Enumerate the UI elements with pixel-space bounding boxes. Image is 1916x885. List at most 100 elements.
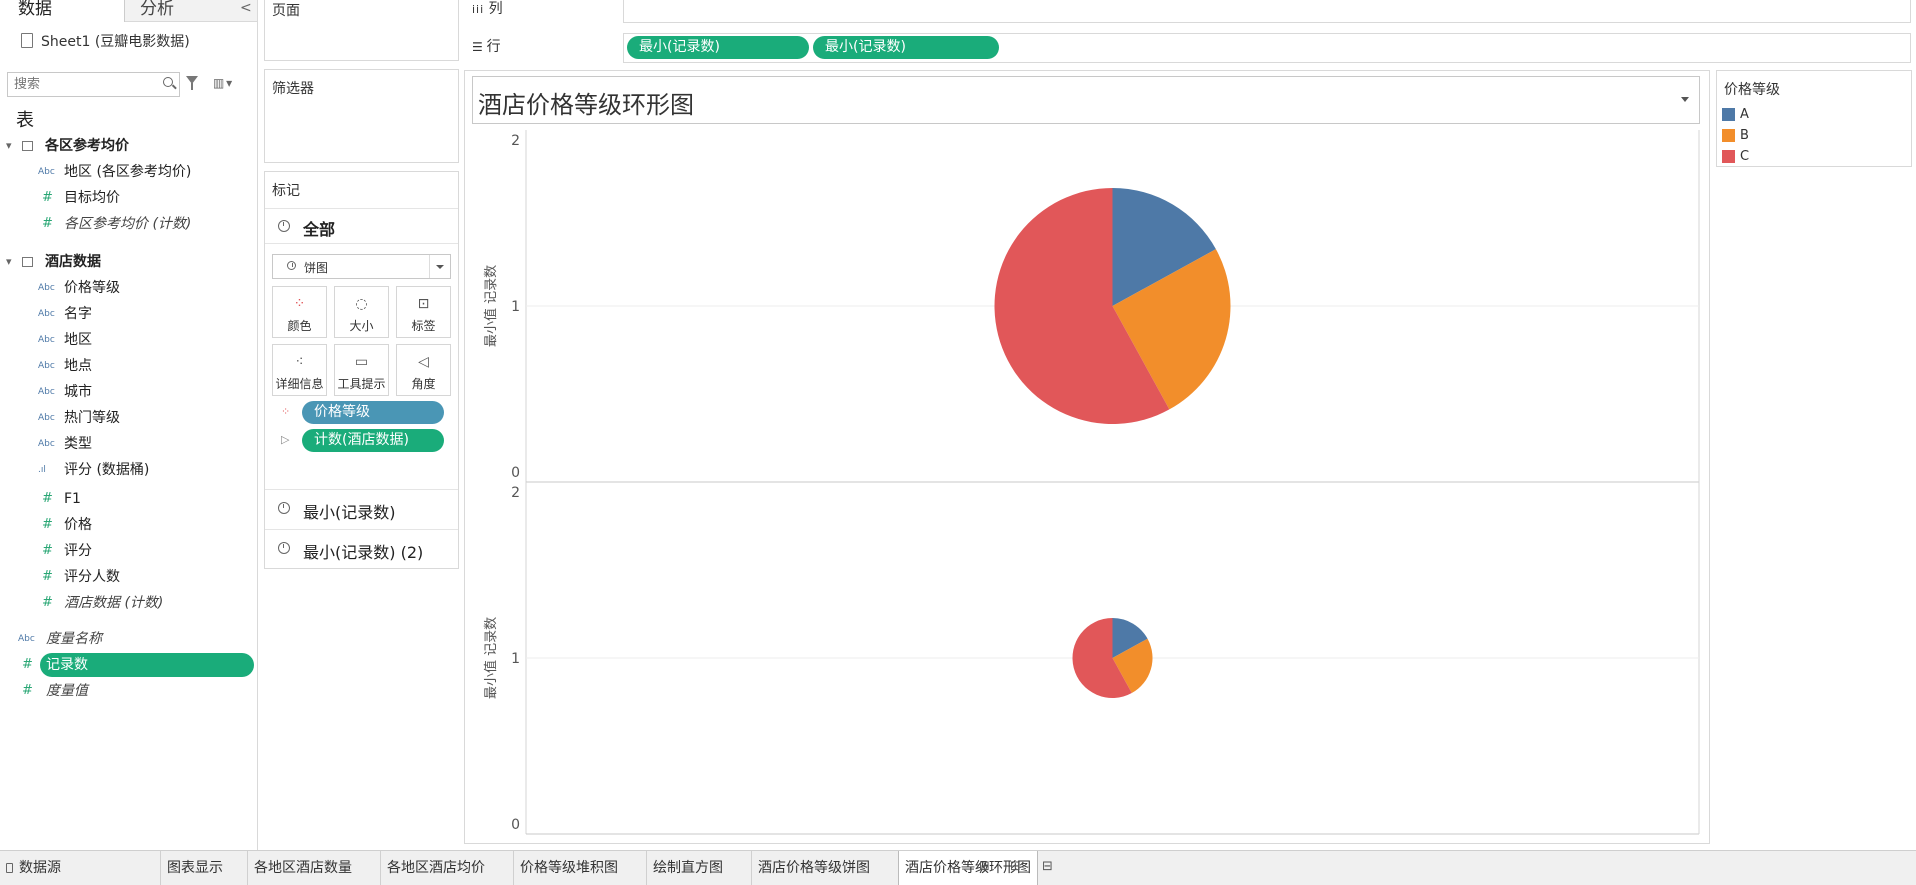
columns-drop-area[interactable]	[623, 0, 1911, 23]
filters-card-title: 筛选器	[272, 81, 314, 97]
field-item[interactable]: # 各区参考均价 (计数)	[0, 211, 257, 237]
field-item[interactable]: Abc 类型	[0, 431, 257, 457]
detail-button[interactable]: ⁖ 详细信息	[272, 344, 327, 396]
chevron-down-icon[interactable]: ▾	[6, 133, 12, 159]
string-field-icon: Abc	[38, 167, 55, 177]
tables-heading: 表	[16, 110, 34, 131]
rows-pill[interactable]: 最小(记录数)	[627, 36, 809, 59]
field-item[interactable]: # 度量值	[0, 678, 257, 704]
field-label: 地区 (各区参考均价)	[64, 164, 192, 180]
size-button[interactable]: ◌ 大小	[334, 286, 389, 338]
field-item[interactable]: # 酒店数据 (计数)	[0, 590, 257, 616]
field-item[interactable]: # 记录数	[0, 652, 257, 678]
field-label: 酒店数据 (计数)	[64, 595, 164, 611]
string-field-icon: Abc	[18, 634, 35, 644]
sheet-tab[interactable]: 价格等级堆积图	[513, 851, 624, 885]
marks-all-tab[interactable]: 全部	[265, 208, 458, 244]
filter-icon[interactable]	[186, 76, 198, 90]
field-label: 热门等级	[64, 410, 120, 426]
rows-drop-area[interactable]: 最小(记录数) 最小(记录数)	[623, 33, 1911, 63]
search-input[interactable]	[8, 74, 154, 95]
field-item[interactable]: .ıl 评分 (数据桶)	[0, 457, 257, 486]
y-tick-label: 0	[511, 465, 520, 481]
string-field-icon: Abc	[38, 439, 55, 449]
mark-pill[interactable]: 价格等级	[302, 401, 444, 424]
number-field-icon: #	[42, 491, 53, 506]
field-label: 名字	[64, 306, 92, 322]
field-item[interactable]: # 评分	[0, 538, 257, 564]
label-icon: ⊡	[417, 296, 430, 312]
sheet-tab[interactable]: 酒店价格等级饼图	[751, 851, 876, 885]
tooltip-icon: ▭	[354, 354, 369, 370]
field-label: 类型	[64, 436, 92, 452]
marks-sub-card-1[interactable]: 最小(记录数)	[265, 489, 458, 526]
table-group-label: 酒店数据	[45, 254, 101, 270]
marks-sub-card-2[interactable]: 最小(记录数) (2)	[265, 529, 458, 566]
y-tick-label: 2	[511, 133, 520, 149]
sheet-tab[interactable]: 各地区酒店均价	[380, 851, 491, 885]
field-item[interactable]: Abc 地区 (各区参考均价)	[0, 159, 257, 185]
field-item[interactable]: Abc 地区	[0, 327, 257, 353]
angle-button[interactable]: ◁ 角度	[396, 344, 451, 396]
field-item[interactable]: # 价格	[0, 512, 257, 538]
field-label: 评分	[64, 543, 92, 559]
rows-pill[interactable]: 最小(记录数)	[813, 36, 999, 59]
rows-shelf-label: ☰ 行	[472, 36, 501, 56]
number-field-icon: #	[42, 595, 53, 610]
sheet-tab[interactable]: 各地区酒店数量	[247, 851, 358, 885]
view-options-icon[interactable]: ▥ ▾	[213, 76, 232, 90]
string-field-icon: Abc	[38, 361, 55, 371]
pages-card[interactable]: 页面	[264, 0, 459, 61]
sheet-tab[interactable]: 图表显示	[160, 851, 229, 885]
collapse-pane-icon[interactable]: <	[240, 0, 252, 16]
new-dashboard-icon[interactable]: ⊞	[1010, 859, 1026, 875]
field-item[interactable]: Abc 价格等级	[0, 275, 257, 301]
chevron-down-icon[interactable]: ▾	[6, 249, 12, 275]
string-field-icon: Abc	[38, 413, 55, 423]
sheet-tab[interactable]: 绘制直方图	[646, 851, 729, 885]
field-label: F1	[64, 491, 81, 507]
search-icon[interactable]	[163, 77, 173, 87]
field-item[interactable]: Abc 地点	[0, 353, 257, 379]
search-field[interactable]	[7, 72, 180, 97]
datasource-tab[interactable]: 数据源	[6, 851, 61, 885]
mark-pill-label: 计数(酒店数据)	[314, 432, 409, 448]
tooltip-button[interactable]: ▭ 工具提示	[334, 344, 389, 396]
tab-analysis[interactable]: 分析	[140, 0, 174, 22]
filters-card[interactable]: 筛选器	[264, 69, 459, 163]
pie-mark-icon	[287, 261, 296, 270]
new-worksheet-icon[interactable]: ⊞	[979, 859, 995, 875]
table-group[interactable]: ▾ 各区参考均价	[0, 133, 257, 159]
field-item[interactable]: # F1	[0, 486, 257, 512]
legend-swatch	[1722, 108, 1735, 121]
field-item[interactable]: Abc 热门等级	[0, 405, 257, 431]
field-tree: ▾ 各区参考均价 Abc 地区 (各区参考均价) # 目标均价 # 各区参考均价 (计数) ▾ 酒…	[0, 133, 257, 704]
mark-pill[interactable]: 计数(酒店数据)	[302, 429, 444, 452]
datasource-item[interactable]: Sheet1 (豆瓣电影数据)	[21, 31, 190, 51]
number-field-icon: #	[42, 216, 53, 231]
field-item[interactable]: Abc 度量名称	[0, 626, 257, 652]
y-axis-label: 最小值 记录数	[483, 617, 499, 699]
field-item[interactable]: # 目标均价	[0, 185, 257, 211]
tab-data[interactable]: 数据	[18, 0, 52, 22]
marks-card-title: 标记	[272, 183, 300, 199]
worksheet-view: 酒店价格等级环形图 0 1 2 最小值 记录数 0 1 2 最小值 记录数	[464, 70, 1710, 844]
field-item[interactable]: Abc 名字	[0, 301, 257, 327]
y-tick-label: 2	[511, 485, 520, 501]
color-button[interactable]: ⁘ 颜色	[272, 286, 327, 338]
table-icon	[22, 141, 33, 151]
sheet-tab-label: 各地区酒店均价	[387, 860, 485, 876]
field-item[interactable]: # 评分人数	[0, 564, 257, 590]
y-tick-label: 1	[511, 299, 520, 315]
new-story-icon[interactable]: ⊟	[1042, 859, 1058, 875]
field-item[interactable]: Abc 城市	[0, 379, 257, 405]
pages-card-title: 页面	[272, 3, 300, 19]
detail-icon: ⁖	[295, 354, 304, 370]
rows-label-text: 行	[486, 39, 501, 55]
mark-pill-label: 价格等级	[314, 404, 370, 420]
table-group[interactable]: ▾ 酒店数据	[0, 249, 257, 275]
field-label: 记录数	[46, 657, 88, 673]
label-button[interactable]: ⊡ 标签	[396, 286, 451, 338]
mark-type-select[interactable]: 饼图	[272, 254, 451, 279]
chevron-down-icon[interactable]	[429, 255, 450, 278]
